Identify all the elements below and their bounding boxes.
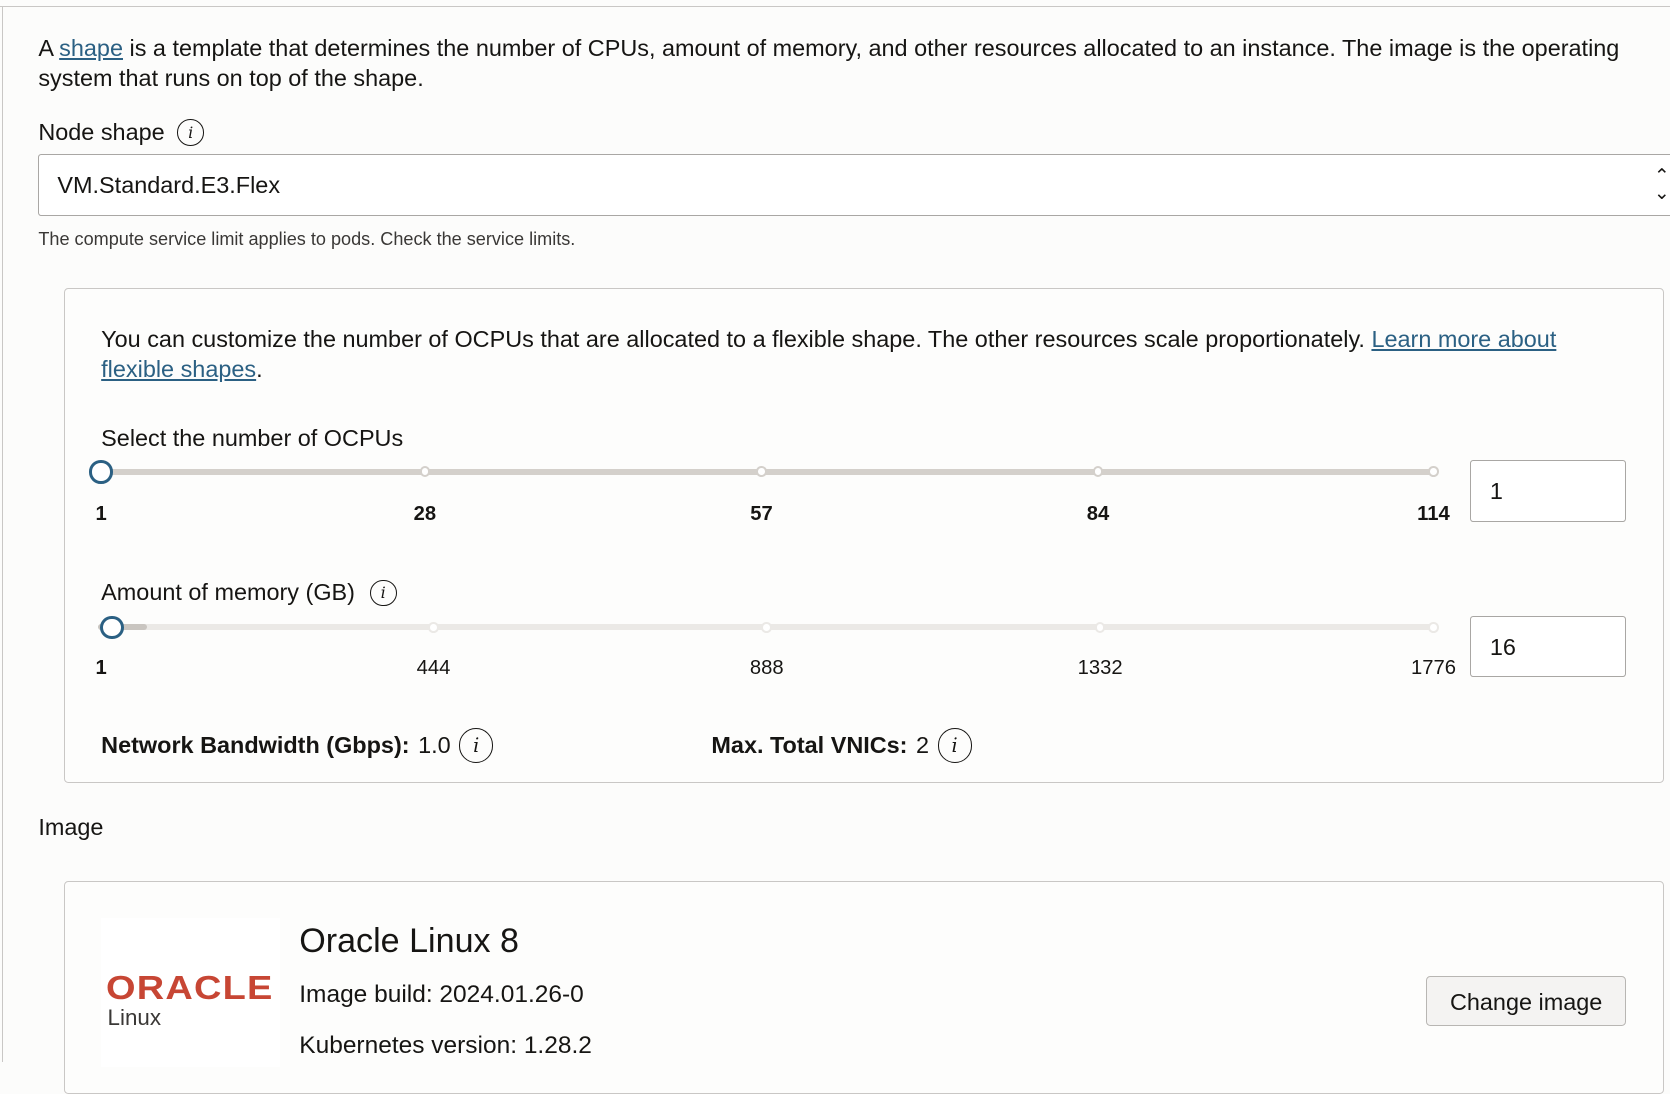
ocpu-tick-label: 84 — [1086, 502, 1110, 525]
ocpu-tick-label: 1 — [95, 502, 107, 525]
left-divider — [2, 6, 4, 1062]
vnics-row: Max. Total VNICs: 2 i — [711, 728, 972, 763]
flex-period: . — [256, 355, 263, 382]
slider-tick — [1428, 621, 1439, 633]
bandwidth-row: Network Bandwidth (Gbps): 1.0 i — [101, 728, 494, 763]
intro-suffix: is a template that determines the number… — [38, 35, 1620, 91]
info-icon[interactable]: i — [369, 579, 397, 607]
bandwidth-value: 1.0 — [418, 731, 451, 758]
bandwidth-label: Network Bandwidth (Gbps): — [101, 731, 410, 758]
ocpu-slider-handle[interactable] — [89, 460, 113, 484]
memory-tick-label: 444 — [416, 657, 451, 680]
ocpu-tick-label: 114 — [1417, 502, 1450, 525]
logo-sub: Linux — [107, 1005, 161, 1031]
memory-tick-label: 888 — [749, 657, 784, 680]
memory-input[interactable]: 16 — [1469, 615, 1627, 678]
memory-tick-label: 1 — [95, 657, 107, 680]
vnics-value: 2 — [916, 731, 930, 758]
slider-tick — [428, 621, 439, 633]
slider-tick — [1094, 621, 1106, 633]
node-shape-label-row: Node shape i — [38, 119, 205, 147]
info-icon[interactable]: i — [177, 119, 205, 147]
image-section-label: Image — [38, 813, 104, 840]
flex-text: You can customize the number of OCPUs th… — [101, 325, 1372, 352]
info-icon[interactable]: i — [459, 728, 494, 763]
slider-tick — [756, 466, 767, 478]
intro-prefix: A — [38, 35, 60, 62]
image-build: Image build: 2024.01.26-0 — [299, 980, 584, 1008]
change-image-button[interactable]: Change image — [1426, 975, 1627, 1026]
memory-label: Amount of memory (GB) — [101, 579, 355, 606]
slider-tick — [1428, 466, 1439, 478]
slider-tick — [761, 621, 773, 633]
memory-tick-label: 1332 — [1077, 657, 1123, 680]
logo-brand: ORACLE — [106, 969, 275, 1007]
ocpu-label: Select the number of OCPUs — [101, 424, 404, 451]
top-divider — [0, 6, 1670, 8]
ocpu-slider-track[interactable] — [101, 468, 1434, 475]
node-shape-label: Node shape — [38, 119, 165, 146]
node-shape-select[interactable]: VM.Standard.E3.Flex ⌃ ⌄ — [38, 154, 1670, 217]
image-name: Oracle Linux 8 — [299, 922, 519, 961]
oracle-linux-logo: ORACLE Linux — [101, 918, 281, 1068]
shape-link[interactable]: shape — [59, 35, 123, 61]
intro-text: A shape is a template that determines th… — [38, 34, 1657, 94]
vnics-label: Max. Total VNICs: — [711, 731, 908, 758]
node-shape-value: VM.Standard.E3.Flex — [57, 172, 281, 199]
memory-slider-handle[interactable] — [100, 615, 124, 639]
ocpu-tick-label: 57 — [750, 502, 773, 525]
memory-label-row: Amount of memory (GB) i — [101, 579, 397, 607]
kubernetes-version: Kubernetes version: 1.28.2 — [299, 1031, 592, 1059]
ocpu-tick-label: 28 — [413, 502, 437, 525]
flex-description: You can customize the number of OCPUs th… — [101, 325, 1613, 385]
chevron-up-down-icon: ⌃ ⌄ — [1653, 166, 1670, 205]
service-limit-help: The compute service limit applies to pod… — [38, 228, 576, 249]
ocpu-input[interactable]: 1 — [1469, 460, 1627, 522]
memory-tick-label: 1776 — [1410, 657, 1456, 680]
info-icon[interactable]: i — [937, 728, 972, 763]
